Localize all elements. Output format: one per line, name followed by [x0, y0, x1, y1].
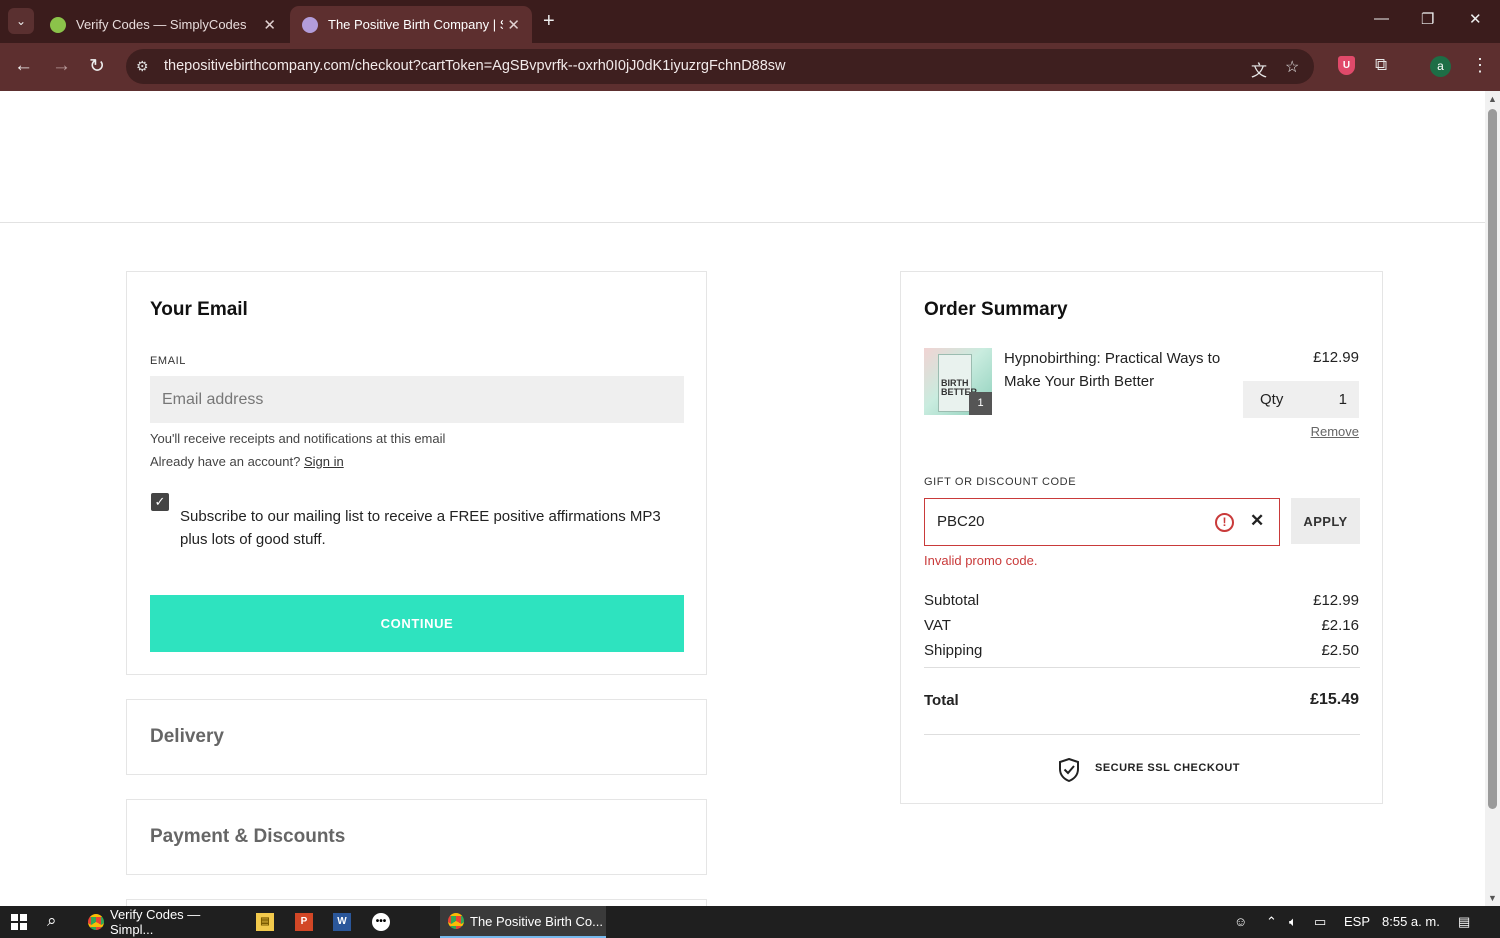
qty-value[interactable]: 1 [1339, 391, 1347, 408]
product-thumbnail: BIRTH BETTER 1 [924, 348, 992, 415]
book-cover: BIRTH BETTER [938, 354, 977, 412]
subscribe-checkbox[interactable]: ✓ [151, 493, 169, 511]
discount-code-field[interactable]: PBC20 ! ✕ [924, 498, 1280, 546]
shipping-value: £2.50 [1321, 642, 1359, 659]
product-name: Hypnobirthing: Practical Ways to Make Yo… [1004, 350, 1221, 390]
qty-label: Qty [1260, 391, 1284, 408]
browser-menu-icon[interactable]: ⋮ [1471, 55, 1489, 76]
tab-verify-codes[interactable]: Verify Codes — SimplyCodes ✕ [38, 6, 288, 43]
account-hint-text: Already have an account? [150, 454, 301, 469]
header-divider [0, 222, 1485, 223]
back-icon[interactable]: ← [14, 55, 33, 77]
payment-title: Payment & Discounts [150, 826, 346, 847]
subscribe-label: Subscribe to our mailing list to receive… [180, 508, 661, 548]
shipping-label: Shipping [924, 642, 983, 659]
email-field[interactable] [150, 376, 684, 423]
email-section: Your Email EMAIL You'll receive receipts… [126, 271, 707, 675]
chrome-icon [88, 914, 104, 930]
remove-item-link[interactable]: Remove [1311, 424, 1359, 439]
simplycodes-favicon-icon [50, 16, 66, 33]
extensions-puzzle-icon[interactable]: ⧉ [1375, 55, 1387, 75]
error-alert-icon: ! [1215, 513, 1234, 532]
bookmark-star-icon[interactable]: ☆ [1285, 57, 1299, 77]
continue-button[interactable]: CONTINUE [150, 595, 684, 652]
shield-check-icon [1059, 758, 1079, 782]
volume-icon[interactable]: 🔈︎ [1289, 914, 1297, 930]
notifications-icon[interactable]: ▤ [1458, 914, 1470, 930]
quantity-badge: 1 [969, 392, 992, 415]
browser-toolbar: ← → ↻ ⚙ thepositivebirthcompany.com/chec… [0, 43, 1500, 91]
profile-avatar[interactable]: a [1430, 56, 1451, 77]
email-section-title: Your Email [150, 299, 248, 320]
network-icon[interactable]: ▭ [1314, 914, 1326, 930]
order-summary-title: Order Summary [924, 299, 1068, 320]
language-indicator[interactable]: ESP [1344, 914, 1370, 929]
vat-label: VAT [924, 617, 951, 634]
taskbar-chrome-verify-codes[interactable]: Verify Codes — Simpl... [80, 906, 247, 938]
tray-chevron-icon[interactable]: ⌃ [1266, 914, 1277, 930]
tab-title: The Positive Birth Company | Se [328, 17, 503, 32]
close-tab-icon[interactable]: ✕ [507, 16, 520, 34]
chrome-icon [448, 913, 464, 929]
taskbar-chrome-positive-birth[interactable]: The Positive Birth Co... [440, 906, 606, 938]
url-text[interactable]: thepositivebirthcompany.com/checkout?car… [164, 58, 786, 74]
apply-button[interactable]: APPLY [1291, 498, 1360, 544]
app-circle-icon[interactable]: ••• [372, 913, 390, 931]
secure-checkout-label: SECURE SSL CHECKOUT [1095, 762, 1240, 774]
new-tab-icon[interactable]: + [543, 10, 555, 33]
clear-code-icon[interactable]: ✕ [1250, 511, 1264, 531]
translate-icon[interactable]: 文 [1251, 57, 1267, 81]
taskbar-search-icon[interactable]: ⌕ [47, 911, 57, 931]
powerpoint-icon[interactable]: P [295, 913, 313, 931]
scroll-up-icon[interactable]: ▲ [1488, 94, 1497, 104]
minimize-icon[interactable]: — [1374, 10, 1389, 27]
close-tab-icon[interactable]: ✕ [263, 16, 276, 34]
site-info-icon[interactable]: ⚙ [136, 58, 149, 75]
tab-strip: ⌄ Verify Codes — SimplyCodes ✕ The Posit… [0, 0, 1500, 43]
payment-section[interactable]: Payment & Discounts [126, 799, 707, 875]
total-value: £15.49 [1310, 691, 1359, 708]
windows-start-icon[interactable] [11, 914, 27, 930]
restore-icon[interactable]: ❐ [1421, 10, 1434, 28]
ublock-extension-icon[interactable]: U [1338, 56, 1355, 75]
windows-taskbar: ⌕ Verify Codes — Simpl... ▤ P W ••• The … [0, 906, 1500, 938]
total-label: Total [924, 692, 959, 709]
forward-icon[interactable]: → [52, 55, 71, 77]
delivery-section[interactable]: Delivery [126, 699, 707, 775]
word-icon[interactable]: W [333, 913, 351, 931]
site-favicon-icon [302, 16, 318, 33]
vat-value: £2.16 [1321, 617, 1359, 634]
delivery-title: Delivery [150, 726, 224, 747]
email-hint: You'll receive receipts and notification… [150, 431, 446, 446]
subtotal-label: Subtotal [924, 592, 980, 609]
address-bar[interactable]: ⚙ thepositivebirthcompany.com/checkout?c… [126, 49, 1314, 84]
clock[interactable]: 8:55 a. m. [1382, 914, 1440, 929]
scroll-down-icon[interactable]: ▼ [1488, 893, 1497, 903]
discount-code-value[interactable]: PBC20 [937, 513, 985, 530]
file-explorer-icon[interactable]: ▤ [256, 913, 274, 931]
quantity-selector[interactable]: Qty 1 [1243, 381, 1359, 418]
taskbar-app-label: The Positive Birth Co... [470, 913, 603, 929]
account-hint: Already have an account? Sign in [150, 454, 344, 469]
sign-in-link[interactable]: Sign in [304, 454, 344, 469]
product-price: £12.99 [1313, 349, 1359, 366]
tab-positive-birth-company[interactable]: The Positive Birth Company | Se ✕ [290, 6, 532, 43]
email-label: EMAIL [150, 355, 187, 367]
reload-icon[interactable]: ↻ [89, 55, 105, 78]
scrollbar-thumb[interactable] [1488, 109, 1497, 809]
summary-divider [924, 734, 1360, 735]
tab-search-button[interactable]: ⌄ [8, 8, 34, 34]
summary-divider [924, 667, 1360, 668]
window-close-icon[interactable]: ✕ [1469, 10, 1482, 28]
tab-title: Verify Codes — SimplyCodes [76, 17, 247, 32]
order-summary: Order Summary BIRTH BETTER 1 Hypnobirthi… [900, 271, 1383, 804]
discount-label: GIFT OR DISCOUNT CODE [924, 476, 1077, 488]
taskbar-app-label: Verify Codes — Simpl... [109, 907, 201, 937]
page-scrollbar[interactable]: ▲ ▼ [1485, 91, 1500, 906]
subtotal-value: £12.99 [1313, 592, 1359, 609]
promo-error-message: Invalid promo code. [924, 553, 1038, 568]
people-icon[interactable]: ☺ [1234, 914, 1247, 929]
